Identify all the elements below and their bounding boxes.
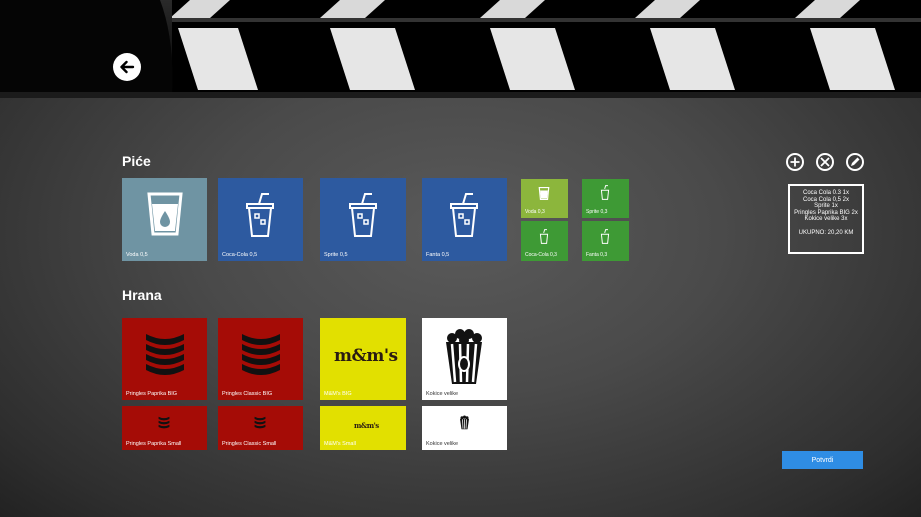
product-tile-sprite-0-5[interactable]: Sprite 0,5 — [320, 178, 406, 261]
product-label: Pringles Classic BIG — [222, 391, 273, 397]
product-label: Coca-Cola 0,3 — [525, 252, 557, 258]
close-icon — [820, 157, 830, 167]
order-line: Sprite 1x — [814, 203, 838, 210]
pringles-chips-icon — [254, 416, 266, 429]
soda-cup-icon — [600, 185, 610, 200]
product-label: M&M's Small — [324, 441, 356, 447]
pringles-chips-icon — [146, 334, 184, 375]
plus-icon — [790, 157, 800, 167]
product-tile-kokice-velike[interactable]: Kokice velike — [422, 318, 507, 400]
product-label: Pringles Paprika Small — [126, 441, 182, 447]
product-tile-voda-0-3[interactable]: Voda 0,3 — [521, 179, 568, 218]
popcorn-icon — [460, 415, 469, 430]
remove-button[interactable] — [816, 153, 834, 171]
mms-logo: m&m's — [334, 346, 398, 366]
popcorn-icon — [446, 329, 482, 384]
product-tile-pringles-paprika-small[interactable]: Pringles Paprika Small — [122, 406, 207, 450]
product-tile-fanta-0-3[interactable]: Fanta 0,3 — [582, 221, 629, 261]
pencil-icon — [851, 157, 860, 166]
soda-cup-icon — [349, 193, 377, 237]
product-label: Fanta 0,5 — [426, 252, 450, 258]
pringles-chips-icon — [242, 334, 280, 375]
order-summary: Coca Cola 0.3 1x Coca Cola 0,5 2x Sprite… — [788, 184, 864, 254]
product-label: Sprite 0,3 — [586, 209, 608, 215]
product-tile-fanta-0-5[interactable]: Fanta 0,5 — [422, 178, 507, 261]
soda-cup-icon — [450, 193, 478, 237]
product-label: Coca-Cola 0,5 — [222, 252, 258, 258]
product-tile-coca-cola-0-3[interactable]: Coca-Cola 0,3 — [521, 221, 568, 261]
product-tile-kokice-small[interactable]: Kokice velike — [422, 406, 507, 450]
product-label: Pringles Paprika BIG — [126, 391, 178, 397]
soda-cup-icon — [246, 193, 274, 237]
product-label: Sprite 0,5 — [324, 252, 348, 258]
product-tile-coca-cola-0-5[interactable]: Coca-Cola 0,5 — [218, 178, 303, 261]
pringles-chips-icon — [158, 416, 170, 429]
order-total: UKUPNO: 20,20 KM — [798, 229, 854, 236]
edit-button[interactable] — [846, 153, 864, 171]
order-line: Pringles Paprika BIG 2x — [794, 209, 858, 216]
product-label: Voda 0,5 — [126, 252, 148, 258]
soda-cup-icon — [600, 229, 610, 244]
drinks-section-title: Piće — [122, 153, 151, 169]
order-line: Coca Cola 0.3 1x — [802, 190, 850, 196]
product-tile-pringles-paprika-big[interactable]: Pringles Paprika BIG — [122, 318, 207, 400]
product-tile-mms-big[interactable]: m&m's M&M's BIG — [320, 318, 406, 400]
product-label: M&M's BIG — [324, 391, 352, 397]
order-line: Kokice velike 3x — [804, 216, 848, 223]
water-glass-icon — [538, 187, 550, 200]
arrow-left-icon — [120, 60, 135, 74]
clapperboard-header — [0, 0, 921, 98]
mms-logo: m&m's — [354, 421, 379, 430]
product-label: Voda 0,3 — [525, 209, 545, 215]
water-glass-icon — [147, 192, 183, 236]
add-button[interactable] — [786, 153, 804, 171]
product-tile-pringles-classic-big[interactable]: Pringles Classic BIG — [218, 318, 303, 400]
product-label: Fanta 0,3 — [586, 252, 608, 258]
product-label: Kokice velike — [426, 391, 459, 397]
product-tile-pringles-classic-small[interactable]: Pringles Classic Small — [218, 406, 303, 450]
food-section-title: Hrana — [122, 287, 162, 303]
confirm-button[interactable]: Potvrdi — [782, 451, 863, 469]
product-label: Kokice velike — [426, 441, 459, 447]
soda-cup-icon — [539, 229, 549, 244]
product-tile-sprite-0-3[interactable]: Sprite 0,3 — [582, 179, 629, 218]
back-button[interactable] — [113, 53, 141, 81]
product-tile-mms-small[interactable]: m&m's M&M's Small — [320, 406, 406, 450]
order-line: Coca Cola 0,5 2x — [802, 196, 850, 203]
product-tile-voda-0-5[interactable]: Voda 0,5 — [122, 178, 207, 261]
product-label: Pringles Classic Small — [222, 441, 277, 447]
